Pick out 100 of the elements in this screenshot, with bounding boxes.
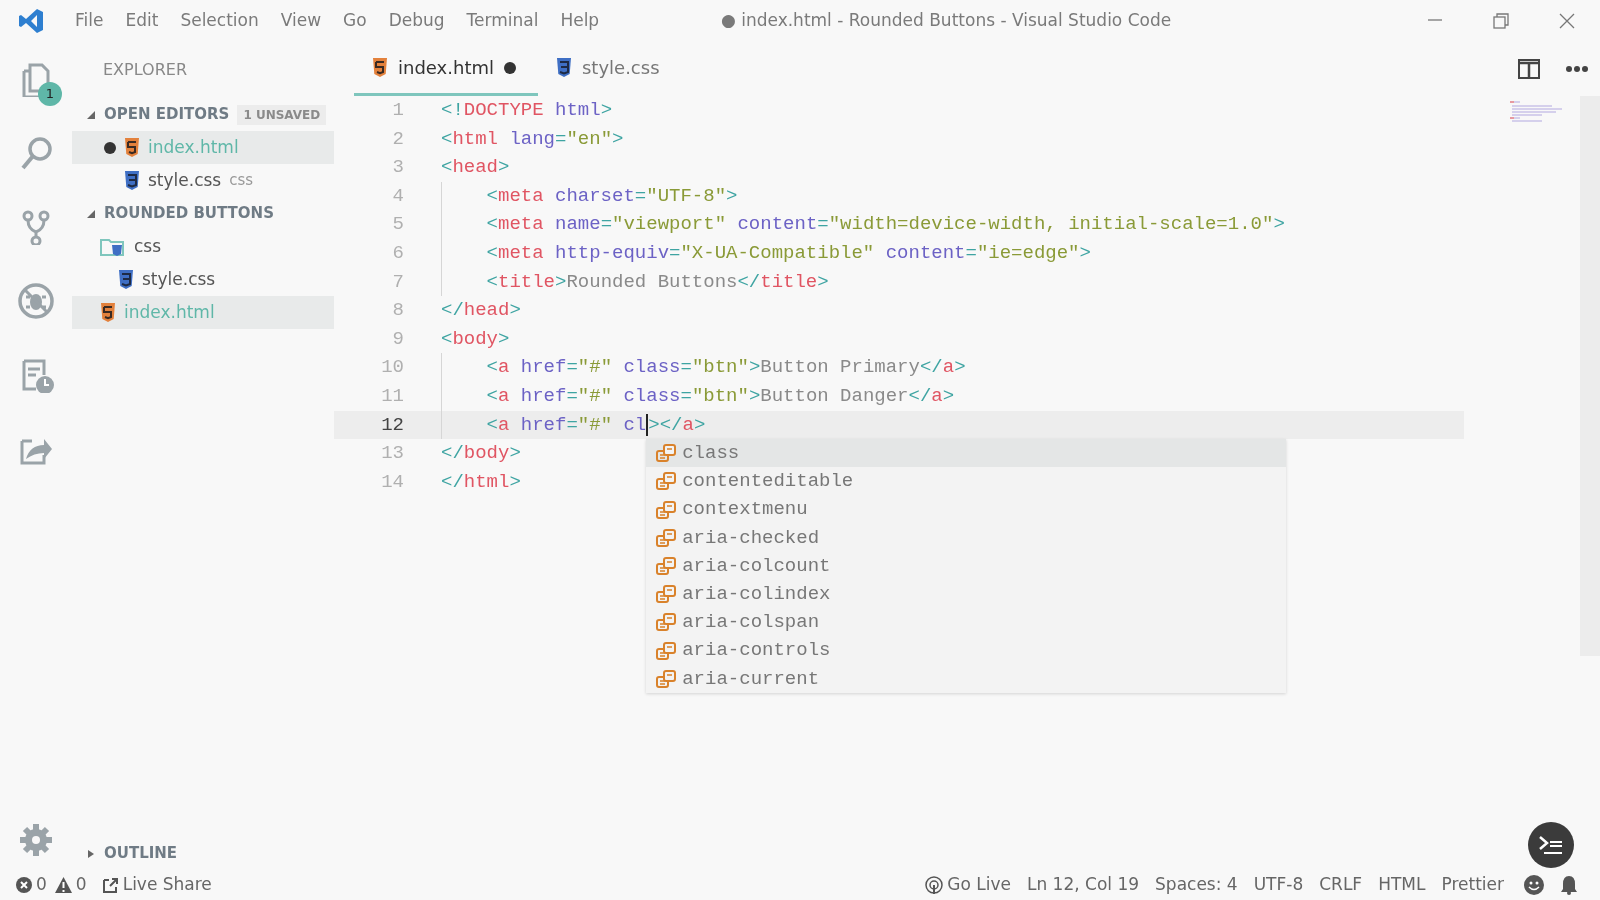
suggestion-item[interactable]: aria-colindex [646, 580, 1287, 609]
no-bug-icon[interactable] [18, 283, 54, 319]
css-file-icon [124, 171, 140, 190]
more-actions-icon[interactable] [1566, 65, 1588, 73]
html-file-icon [100, 303, 116, 322]
html-file-icon [372, 58, 388, 77]
suggestion-item[interactable]: aria-current [646, 664, 1287, 693]
property-icon [656, 557, 677, 576]
status-item[interactable]: Ln 12, Col 19 [1026, 872, 1140, 898]
status-item[interactable]: CRLF [1319, 872, 1363, 898]
line-number: 1 [391, 98, 404, 123]
unsaved-dot-icon [503, 61, 516, 74]
property-icon [656, 528, 677, 547]
error-icon [16, 877, 32, 893]
code-text: <meta name="viewport" content="width=device-width, initial-scale=1.0"> [486, 212, 1285, 238]
terminal-icon [1538, 834, 1564, 856]
split-editor-icon[interactable] [1518, 59, 1540, 79]
suggestion-item[interactable]: aria-controls [646, 636, 1287, 665]
css-file-icon [118, 270, 134, 289]
app-logo-icon [18, 8, 44, 34]
line-number: 12 [380, 412, 404, 438]
property-icon [656, 472, 677, 491]
line-number: 3 [391, 155, 404, 181]
property-icon [656, 641, 677, 660]
errors-indicator[interactable]: 0 [16, 872, 47, 898]
suggestion-item[interactable]: aria-colcount [646, 551, 1287, 581]
restore-icon[interactable] [1491, 11, 1511, 31]
section-header[interactable]: ROUNDED BUTTONS [104, 202, 274, 225]
html-file-icon [124, 138, 140, 157]
line-number: 7 [391, 269, 404, 295]
go-live-button[interactable]: Go Live [925, 872, 1011, 898]
sidebar-title: EXPLORER [102, 59, 187, 81]
property-icon [656, 669, 677, 688]
status-item[interactable]: UTF-8 [1253, 872, 1304, 898]
terminal-button[interactable] [1528, 822, 1574, 868]
code-text: <a href="#" class="btn">Button Danger</a> [486, 383, 955, 409]
expanded-triangle-icon[interactable] [86, 109, 96, 120]
line-number: 8 [391, 298, 404, 324]
status-item[interactable]: Prettier [1441, 872, 1504, 898]
status-item[interactable]: Spaces: 4 [1155, 872, 1238, 898]
menu-item[interactable]: Help [549, 8, 611, 34]
menu-item[interactable]: View [269, 8, 333, 34]
code-text: <a href="#" class="btn">Button Primary</a> [486, 355, 966, 381]
line-number: 4 [391, 183, 404, 209]
code-text: </body> [441, 441, 521, 467]
bell-icon[interactable] [1560, 875, 1578, 895]
line-number: 9 [391, 326, 404, 352]
line-number: 5 [391, 212, 404, 238]
code-text: <head> [441, 155, 510, 181]
code-text: <meta charset="UTF-8"> [486, 183, 738, 209]
status-item[interactable]: HTML [1378, 872, 1426, 898]
suggestion-item[interactable]: contenteditable [646, 467, 1287, 496]
editor-tab[interactable]: index.html [354, 42, 538, 96]
line-number: 11 [380, 383, 404, 409]
file-tree-item[interactable]: css [72, 230, 334, 263]
css-file-icon [555, 58, 572, 77]
folder-icon [100, 236, 126, 257]
line-number: 14 [380, 469, 404, 495]
file-tree-item[interactable]: style.css css [72, 164, 334, 197]
code-text: <title>Rounded Buttons</title> [486, 269, 829, 295]
live-share-button[interactable]: Live Share [102, 872, 212, 898]
menu-item[interactable]: Terminal [455, 8, 550, 34]
code-text: <html lang="en"> [441, 126, 624, 152]
smiley-icon[interactable] [1524, 875, 1544, 895]
line-number: 6 [391, 240, 404, 266]
share-arrow-icon [102, 877, 119, 893]
suggestion-item[interactable]: aria-colspan [646, 608, 1287, 637]
property-icon [656, 613, 677, 632]
menu-item[interactable]: Selection [169, 8, 270, 34]
property-icon [656, 444, 677, 463]
section-header[interactable]: OUTLINE [104, 842, 178, 865]
code-text: <meta http-equiv="X-UA-Compatible" content="ie=edge"> [486, 240, 1091, 266]
file-tree-item[interactable]: style.css [72, 263, 334, 296]
property-icon [656, 500, 677, 519]
property-icon [656, 585, 677, 604]
broadcast-icon [925, 876, 944, 894]
menu-item[interactable]: File [64, 8, 115, 34]
line-number: 13 [380, 441, 404, 467]
menu-item[interactable]: Go [332, 8, 378, 34]
menu-item[interactable]: Debug [377, 8, 456, 34]
close-icon[interactable] [1557, 11, 1577, 31]
code-text: <!DOCTYPE html> [441, 98, 613, 123]
unsaved-dot-icon [104, 141, 116, 154]
window-title: ● index.html - Rounded Buttons - Visual Studio Code [719, 9, 1173, 33]
settings-icon[interactable] [18, 822, 54, 858]
code-text: <a href="#" cl></a> [486, 412, 706, 438]
suggestion-item[interactable]: aria-checked [646, 523, 1287, 552]
collapsed-triangle-icon[interactable] [86, 848, 96, 859]
code-text: </head> [441, 298, 521, 324]
expanded-triangle-icon[interactable] [86, 208, 96, 219]
count-badge: 1 [38, 82, 62, 106]
editor-tab[interactable]: style.css [537, 42, 682, 96]
section-header[interactable]: OPEN EDITORS [104, 103, 230, 126]
menu-item[interactable]: Edit [114, 8, 170, 34]
unsaved-badge: 1 UNSAVED [237, 104, 327, 125]
line-number: 10 [380, 355, 404, 381]
suggestion-item[interactable]: contextmenu [646, 495, 1287, 524]
warnings-indicator[interactable]: 0 [54, 872, 87, 898]
suggestion-item[interactable]: class [646, 439, 1287, 468]
code-text: <body> [441, 326, 510, 352]
